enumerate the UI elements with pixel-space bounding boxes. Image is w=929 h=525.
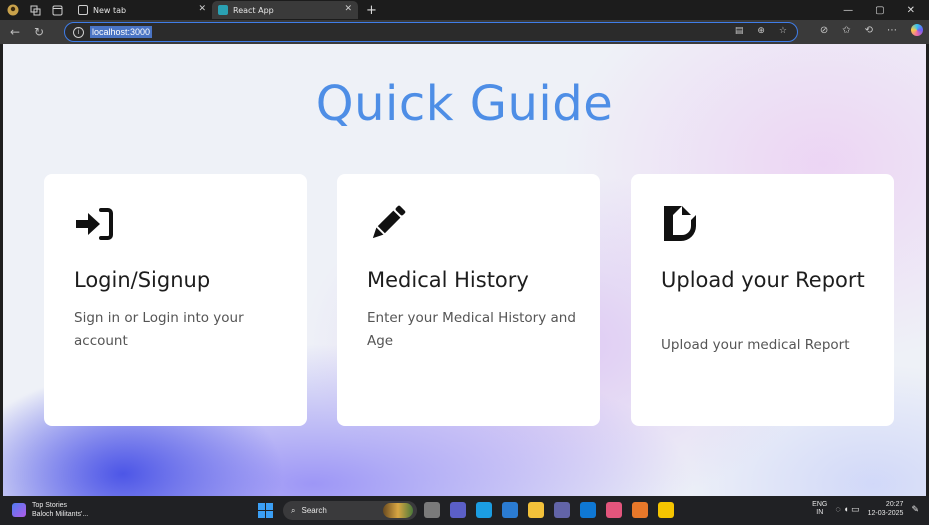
clock[interactable]: 20:27 12-03-2025 bbox=[868, 500, 904, 518]
news-icon bbox=[12, 503, 26, 517]
news-widget[interactable]: Top Stories Baloch Militants'... bbox=[12, 501, 88, 519]
card-title: Upload your Report bbox=[661, 268, 865, 292]
new-tab-favicon-icon bbox=[78, 5, 88, 15]
clock-date: 12-03-2025 bbox=[867, 510, 904, 517]
close-window-icon[interactable]: ✕ bbox=[907, 5, 915, 16]
favorite-star-icon[interactable]: ☆ bbox=[779, 26, 787, 36]
task-view-icon[interactable] bbox=[424, 502, 440, 518]
browser-toolbar: ← ↻ i localhost:3000 ▤ ⊕ ☆ ⊘ ✩ ⟲ ⋯ bbox=[0, 20, 929, 44]
pencil-icon bbox=[372, 205, 406, 239]
card-login-signup[interactable]: Login/Signup Sign in or Login into your … bbox=[44, 174, 307, 426]
reading-view-icon[interactable]: ▤ bbox=[735, 26, 744, 36]
history-icon[interactable]: ⟲ bbox=[865, 25, 873, 36]
card-upload-report[interactable]: Upload your Report Upload your medical R… bbox=[631, 174, 894, 426]
more-options-icon[interactable]: ⋯ bbox=[887, 25, 897, 36]
search-highlight-image bbox=[383, 503, 413, 518]
outlook-icon[interactable] bbox=[580, 502, 596, 518]
card-description: Enter your Medical History and Age bbox=[367, 310, 576, 349]
card-title: Login/Signup bbox=[74, 268, 211, 292]
extensions-icon[interactable]: ⊘ bbox=[820, 25, 828, 36]
card-description: Upload your medical Report bbox=[661, 337, 850, 353]
url-text[interactable]: localhost:3000 bbox=[90, 26, 153, 38]
taskbar-search[interactable]: ⌕ Search bbox=[283, 501, 417, 520]
pinned-apps bbox=[424, 502, 674, 518]
workspaces-icon[interactable] bbox=[26, 1, 44, 19]
address-bar[interactable]: i localhost:3000 ▤ ⊕ ☆ bbox=[64, 22, 798, 42]
language-indicator[interactable]: ENG IN bbox=[812, 501, 827, 517]
zoom-icon[interactable]: ⊕ bbox=[757, 26, 765, 36]
copilot-app-icon[interactable] bbox=[606, 502, 622, 518]
card-description: Sign in or Login into your account bbox=[74, 310, 244, 349]
close-tab-icon[interactable]: ✕ bbox=[344, 4, 352, 14]
window-controls: — ▢ ✕ bbox=[843, 5, 929, 16]
card-title: Medical History bbox=[367, 268, 529, 292]
search-placeholder: Search bbox=[301, 506, 327, 515]
minimize-icon[interactable]: — bbox=[843, 5, 853, 16]
tab-new-tab[interactable]: New tab ✕ bbox=[72, 1, 212, 19]
tab-react-app[interactable]: React App ✕ bbox=[212, 1, 358, 19]
tab-label: React App bbox=[233, 5, 274, 15]
back-arrow-icon[interactable]: ← bbox=[6, 23, 24, 41]
system-tray: ENG IN ◌ ◖ ▭ 20:27 12-03-2025 ✎ bbox=[812, 500, 919, 518]
sign-in-icon bbox=[76, 208, 113, 240]
search-icon: ⌕ bbox=[291, 505, 296, 515]
clock-time: 20:27 bbox=[885, 501, 904, 508]
start-button-icon[interactable] bbox=[258, 503, 273, 518]
close-tab-icon[interactable]: ✕ bbox=[198, 4, 206, 14]
page-title: Quick Guide bbox=[315, 76, 614, 132]
profile-icon[interactable] bbox=[4, 1, 22, 19]
news-headline: Baloch Militants'... bbox=[32, 511, 89, 518]
file-upload-icon bbox=[664, 206, 696, 241]
region-code: IN bbox=[816, 509, 824, 516]
sticky-notes-icon[interactable] bbox=[658, 502, 674, 518]
card-medical-history[interactable]: Medical History Enter your Medical Histo… bbox=[337, 174, 600, 426]
refresh-icon[interactable]: ↻ bbox=[30, 23, 48, 41]
edge-icon[interactable] bbox=[476, 502, 492, 518]
tab-actions-icon[interactable] bbox=[48, 1, 66, 19]
browser-tab-strip: New tab ✕ React App ✕ + — ▢ ✕ bbox=[0, 0, 929, 20]
notifications-icon[interactable]: ✎ bbox=[911, 504, 919, 515]
file-explorer-icon[interactable] bbox=[528, 502, 544, 518]
favorites-icon[interactable]: ✩ bbox=[842, 25, 850, 36]
wifi-volume-battery-icon[interactable]: ◌ ◖ ▭ bbox=[835, 504, 859, 515]
new-tab-plus-icon[interactable]: + bbox=[366, 3, 377, 18]
page-content: Quick Guide Login/Signup Sign in or Logi… bbox=[3, 44, 926, 496]
teams-icon[interactable] bbox=[450, 502, 466, 518]
site-info-icon[interactable]: i bbox=[73, 26, 84, 38]
tab-label: New tab bbox=[93, 5, 127, 15]
sublime-icon[interactable] bbox=[632, 502, 648, 518]
language-code: ENG bbox=[812, 501, 828, 508]
react-favicon-icon bbox=[218, 5, 228, 15]
teams-chat-icon[interactable] bbox=[554, 502, 570, 518]
copilot-icon[interactable] bbox=[911, 24, 923, 36]
news-title: Top Stories bbox=[32, 502, 68, 509]
windows-taskbar: Top Stories Baloch Militants'... ⌕ Searc… bbox=[0, 496, 929, 525]
vscode-icon[interactable] bbox=[502, 502, 518, 518]
restore-icon[interactable]: ▢ bbox=[875, 5, 884, 16]
